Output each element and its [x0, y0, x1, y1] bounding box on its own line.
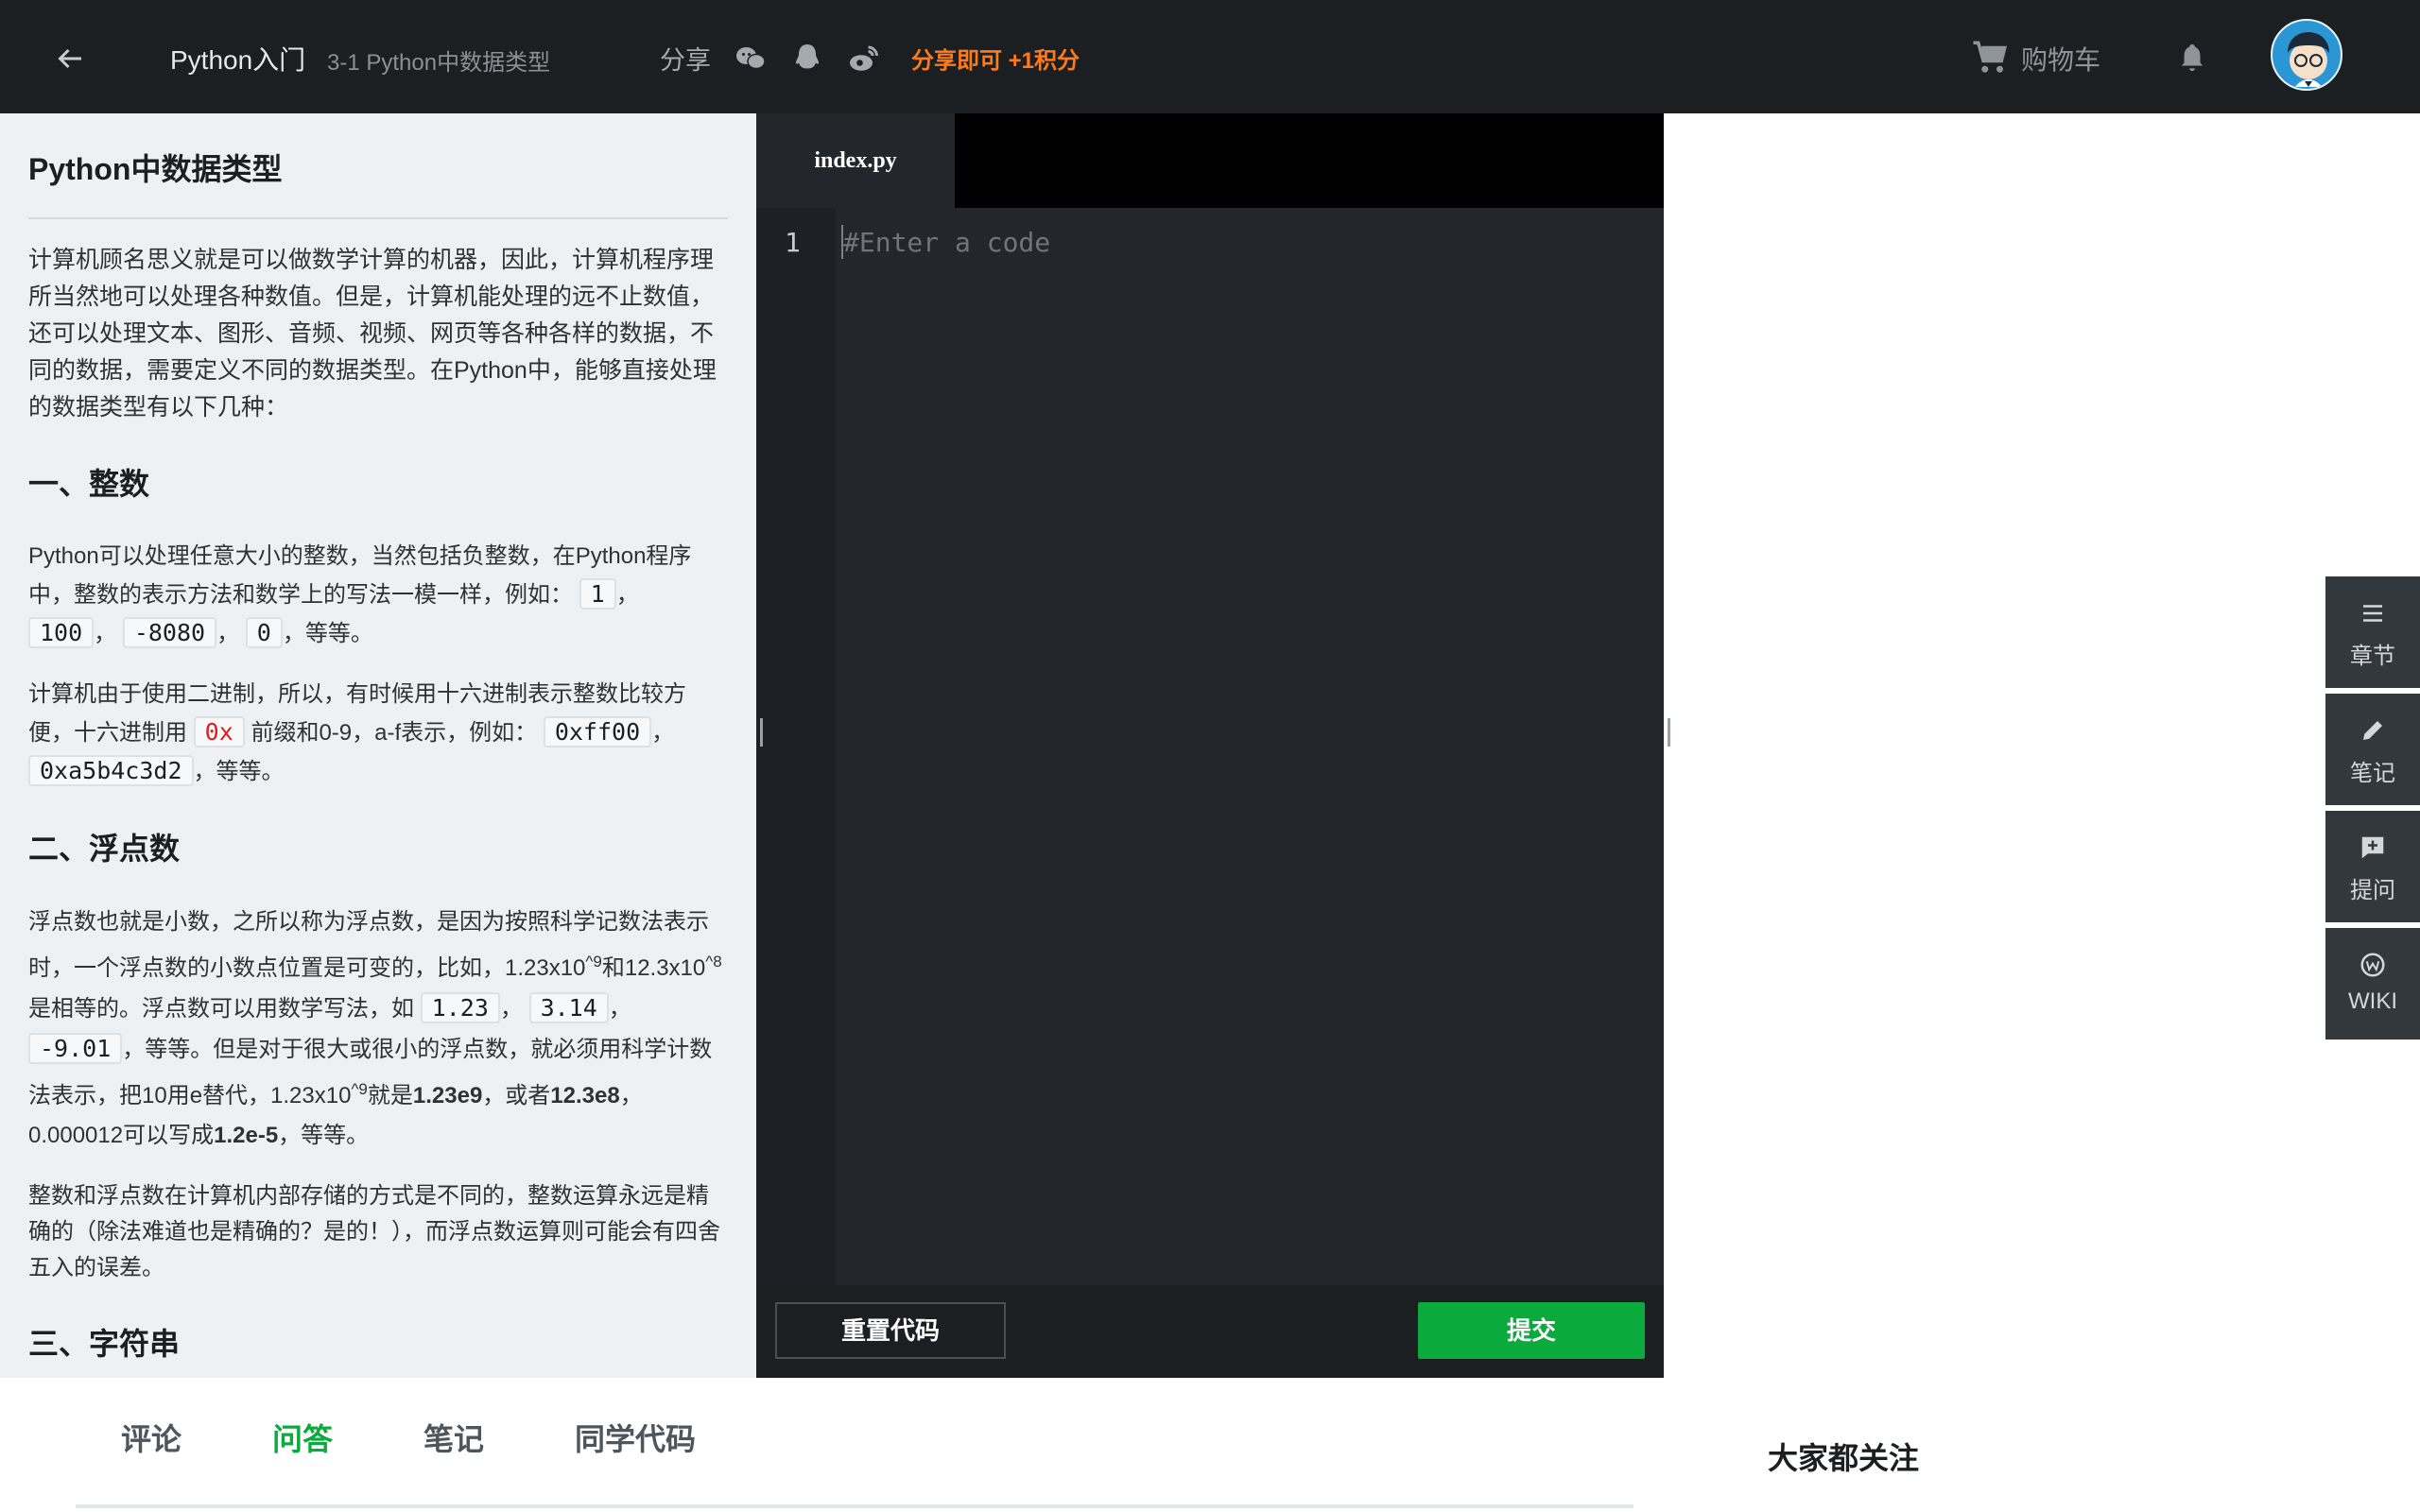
tab-classmate-code[interactable]: 同学代码 — [575, 1416, 696, 1459]
sup-8: ^8 — [705, 953, 722, 971]
pencil-icon — [2363, 721, 2382, 740]
top-bar: Python入门 3-1 Python中数据类型 分享 分享即可 +1积分 购物… — [0, 0, 2420, 113]
tool-ask-label: 提问 — [2350, 878, 2395, 903]
tool-notes-label: 笔记 — [2350, 761, 2395, 786]
cart-label[interactable]: 购物车 — [2021, 40, 2100, 77]
tab-qa[interactable]: 问答 — [272, 1416, 333, 1459]
sup-9: ^9 — [585, 953, 602, 971]
integers-paragraph-1: Python可以处理任意大小的整数，当然包括负整数，在Python程序中，整数的… — [28, 543, 692, 648]
code-hex-prefix: 0x — [193, 716, 245, 747]
code-int-100: 100 — [28, 617, 95, 648]
file-tab-index[interactable]: index.py — [756, 113, 955, 208]
tool-wiki[interactable]: WIKI — [2325, 928, 2420, 1040]
code-float-2: 3.14 — [528, 992, 609, 1023]
tab-comments[interactable]: 评论 — [121, 1416, 182, 1459]
wiki-icon — [2360, 953, 2385, 977]
editor-tabbar: index.py — [756, 113, 1664, 208]
tool-notes[interactable]: 笔记 — [2325, 694, 2420, 805]
integers-text-end: ，等等。 — [282, 621, 373, 646]
floats-paragraph-2: 整数和浮点数在计算机内部存储的方式是不同的，整数运算永远是精确的（除法难道也是精… — [28, 1183, 720, 1280]
menu-icon — [2363, 605, 2382, 622]
submit-button[interactable]: 提交 — [1418, 1302, 1645, 1359]
qq-icon[interactable] — [790, 42, 824, 76]
code-int-neg: -8080 — [122, 617, 217, 648]
reset-code-button[interactable]: 重置代码 — [775, 1302, 1006, 1359]
float-text-e: 就是 — [367, 1083, 413, 1108]
tool-wiki-label: WIKI — [2348, 988, 2397, 1014]
heading-integers: 一、整数 — [28, 467, 150, 501]
line-number: 1 — [785, 227, 801, 258]
code-hex-2: 0xa5b4c3d2 — [28, 755, 194, 786]
sci-1: 1.23e9 — [412, 1083, 483, 1108]
tool-chapters-label: 章节 — [2350, 644, 2395, 669]
aside-title: 大家都关注 — [1768, 1441, 1920, 1475]
question-add-icon — [2361, 836, 2384, 859]
avatar[interactable] — [2271, 19, 2342, 91]
left-splitter-handle[interactable] — [760, 718, 769, 750]
floats-paragraph-1: 浮点数也就是小数，之所以称为浮点数，是因为按照科学记数法表示时，一个浮点数的小数… — [28, 909, 722, 1148]
course-title[interactable]: Python入门 — [170, 40, 305, 77]
sci-2: 12.3e8 — [550, 1083, 620, 1108]
side-toolbar: 章节 笔记 提问 WIKI — [2325, 576, 2420, 1045]
code-float-1: 1.23 — [420, 992, 500, 1023]
lesson-panel[interactable]: Python中数据类型 计算机顾名思义就是可以做数学计算的机器，因此，计算机程序… — [0, 113, 756, 1378]
float-text-h: ，等等。 — [278, 1123, 370, 1148]
lesson-title: Python中数据类型 — [28, 146, 728, 219]
right-splitter-handle[interactable] — [1668, 718, 1677, 750]
weibo-icon[interactable] — [847, 42, 881, 76]
heading-strings: 三、字符串 — [28, 1327, 181, 1361]
integers-paragraph-2: 计算机由于使用二进制，所以，有时候用十六进制表示整数比较方便，十六进制用 0x … — [28, 681, 686, 786]
code-editor[interactable]: index.py 1 #Enter a code 重置代码 提交 — [756, 113, 1664, 1378]
editor-footer: 重置代码 提交 — [756, 1285, 1664, 1378]
hex-text-end: ，等等。 — [193, 759, 285, 784]
code-input[interactable]: #Enter a code — [843, 227, 1050, 258]
hex-text-2: 前缀和0-9，a-f表示，例如： — [251, 720, 538, 746]
tool-ask[interactable]: 提问 — [2325, 811, 2420, 922]
share-label: 分享 — [660, 46, 711, 75]
float-text-b: 和12.3x10 — [601, 955, 706, 981]
float-text-c: 是相等的。浮点数可以用数学写法，如 — [28, 996, 414, 1022]
lesson-intro: 计算机顾名思义就是可以做数学计算的机器，因此，计算机程序理所当然地可以处理各种数… — [28, 247, 717, 421]
code-hex-1: 0xff00 — [543, 716, 652, 747]
tool-chapters[interactable]: 章节 — [2325, 576, 2420, 688]
tabs-divider — [76, 1504, 1634, 1508]
code-int-1: 1 — [579, 578, 616, 610]
sci-3: 1.2e-5 — [214, 1123, 279, 1148]
float-text-f: ，或者 — [482, 1083, 551, 1108]
sup-9b: ^9 — [351, 1080, 368, 1098]
lesson-subtitle: 3-1 Python中数据类型 — [327, 50, 551, 76]
share-promo[interactable]: 分享即可 +1积分 — [911, 42, 1080, 75]
heading-floats: 二、浮点数 — [28, 832, 181, 866]
wechat-icon[interactable] — [734, 42, 768, 76]
back-arrow-icon[interactable] — [53, 42, 87, 76]
cart-icon[interactable] — [1970, 38, 2010, 77]
code-float-3: -9.01 — [28, 1033, 123, 1064]
tab-notes[interactable]: 笔记 — [424, 1416, 484, 1459]
bell-icon[interactable] — [2176, 40, 2208, 76]
code-int-0: 0 — [245, 617, 283, 648]
avatar-face-icon — [2288, 32, 2329, 87]
